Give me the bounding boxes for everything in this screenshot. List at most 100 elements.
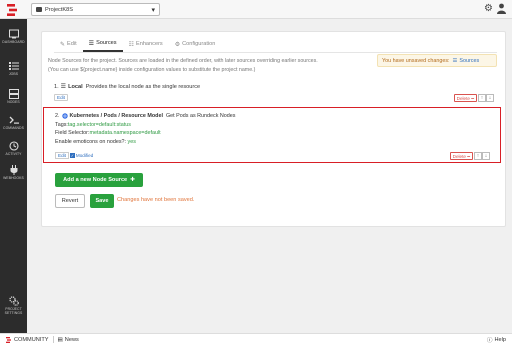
source-name: Local (68, 83, 83, 90)
sidebar-item-label: COMMANDS (3, 126, 24, 130)
sidebar-item-commands[interactable]: COMMANDS (0, 115, 27, 130)
delete-button[interactable]: Delete ━ (449, 152, 473, 160)
delete-button[interactable]: Delete ━ (453, 94, 477, 102)
sources-icon: ☰ (88, 40, 95, 47)
emoticons-label: Enable emoticons on nodes?: (55, 138, 127, 145)
move-down-button[interactable]: ↓ (482, 152, 490, 160)
pencil-icon: ✎ (60, 41, 66, 48)
emoticons-value: yes (127, 138, 136, 145)
news-link[interactable]: ▤ News (58, 337, 79, 343)
edit-button[interactable]: Edit (55, 152, 69, 159)
sidebar-item-label: JOBS (8, 72, 19, 76)
save-button[interactable]: Save (90, 194, 114, 208)
unsaved-link-label: Sources (459, 57, 480, 64)
tab-label: Edit (67, 41, 77, 47)
tab-label: Configuration (182, 41, 216, 47)
source-desc: Get Pods as Rundeck Nodes (165, 113, 236, 119)
emoticons-row: Enable emoticons on nodes?: yes (55, 138, 236, 147)
webhooks-icon (10, 165, 17, 175)
sidebar-item-label: NODES (7, 100, 20, 104)
unsaved-changes-alert: You have unsaved changes: ☰ Sources (377, 54, 497, 67)
modified-badge: ✓ Modified (69, 152, 94, 159)
node-sources-panel: ✎ Edit ☰ Sources ☷ Enhancers ⚙ Configura… (41, 31, 506, 227)
source-desc: Provides the local node as the single re… (85, 83, 201, 90)
source-title: 2. Kubernetes / Pods / Resource Model Ge… (55, 112, 236, 121)
tab-sources[interactable]: ☰ Sources (82, 36, 123, 52)
commands-icon (9, 116, 19, 124)
minus-icon: ━ (467, 154, 470, 159)
description-line: (You can use ${project.name} inside conf… (48, 66, 256, 73)
tags-label: Tags: (55, 121, 68, 128)
sidebar-item-label: DASHBOARD (2, 40, 25, 44)
top-bar: ProjectK8S ▾ ⚙ (0, 0, 512, 19)
unsaved-text: You have unsaved changes: (382, 57, 450, 64)
project-select[interactable]: ProjectK8S ▾ (31, 3, 160, 16)
sidebar-item-webhooks[interactable]: WEBHOOKS (0, 165, 27, 180)
source-controls: Delete ━ ↑ ↓ (453, 94, 494, 102)
community-link[interactable]: COMMUNITY (6, 336, 49, 343)
tab-label: Sources (96, 40, 117, 46)
field-selector-row: Field Selector:metadata.namespace=defaul… (55, 129, 236, 138)
minus-icon: ━ (471, 96, 474, 101)
tags-row: Tags:tag.selector=default:status (55, 121, 236, 130)
user-icon[interactable] (497, 3, 506, 14)
community-label: COMMUNITY (14, 336, 49, 343)
server-icon: ☰ (60, 84, 67, 90)
tab-edit[interactable]: ✎ Edit (54, 36, 83, 52)
gears-icon (8, 296, 19, 306)
sidebar: DASHBOARD JOBS NODES COMMANDS ACTIVITY W… (0, 19, 27, 333)
sidebar-item-label: SETTINGS (4, 311, 23, 315)
delete-label: Delete (452, 154, 466, 159)
sources-icon: ☰ (452, 57, 458, 64)
tab-label: Enhancers (135, 41, 163, 47)
tags-value: tag.selector=default:status (67, 121, 131, 128)
nodes-icon (8, 89, 19, 99)
add-node-source-label: Add a new Node Source (63, 177, 128, 183)
edit-button[interactable]: Edit (54, 94, 68, 101)
delete-label: Delete (456, 96, 470, 101)
tab-bar: ✎ Edit ☰ Sources ☷ Enhancers ⚙ Configura… (54, 36, 221, 52)
source-number: 1. (54, 83, 59, 90)
move-up-button[interactable]: ↑ (478, 94, 486, 102)
revert-button[interactable]: Revert (55, 194, 85, 208)
sidebar-item-nodes[interactable]: NODES (0, 89, 27, 104)
source-controls: Delete ━ ↑ ↓ (449, 152, 490, 160)
node-source-1: 1. ☰ Local Provides the local node as th… (54, 83, 494, 104)
sidebar-item-label: WEBHOOKS (3, 176, 24, 180)
source-content: 2. Kubernetes / Pods / Resource Model Ge… (55, 112, 236, 146)
kubernetes-icon (61, 113, 68, 119)
source-badges: Edit ✓ Modified (55, 152, 93, 159)
news-icon: ▤ (57, 336, 63, 343)
rundeck-logo (6, 336, 11, 343)
node-source-2: 2. Kubernetes / Pods / Resource Model Ge… (43, 107, 501, 163)
project-icon (36, 7, 42, 12)
sources-description: Node Sources for the project. Sources ar… (48, 57, 378, 74)
move-down-button[interactable]: ↓ (486, 94, 494, 102)
project-select-value: ProjectK8S (45, 6, 73, 13)
tab-divider (54, 52, 497, 53)
rundeck-logo[interactable] (7, 4, 17, 16)
jobs-icon (8, 62, 19, 70)
sidebar-item-project-settings[interactable]: PROJECT SETTINGS (0, 296, 27, 315)
footer-divider (52, 336, 54, 343)
sidebar-item-dashboard[interactable]: DASHBOARD (0, 29, 27, 44)
sidebar-item-activity[interactable]: ACTIVITY (0, 141, 27, 156)
sidebar-item-jobs[interactable]: JOBS (0, 61, 27, 76)
dashboard-icon (8, 29, 19, 39)
field-selector-value: metadata.namespace=default (89, 130, 161, 136)
move-up-button[interactable]: ↑ (474, 152, 482, 160)
news-label: News (64, 336, 79, 343)
sidebar-item-label: ACTIVITY (5, 152, 22, 156)
unsaved-sources-link[interactable]: ☰ Sources (453, 58, 480, 64)
help-icon: ⓘ (486, 337, 493, 344)
source-number: 2. (55, 113, 60, 119)
tab-enhancers[interactable]: ☷ Enhancers (123, 36, 169, 52)
add-node-source-button[interactable]: Add a new Node Source ✚ (55, 173, 143, 187)
source-title: 1. ☰ Local Provides the local node as th… (54, 83, 494, 91)
modified-label: Modified (75, 153, 94, 158)
tab-configuration[interactable]: ⚙ Configuration (169, 36, 222, 52)
gear-icon[interactable]: ⚙ (484, 3, 493, 15)
chevron-down-icon: ▾ (151, 6, 155, 14)
help-link[interactable]: ⓘ Help (487, 336, 506, 344)
not-saved-message: Changes have not been saved. (117, 197, 195, 203)
